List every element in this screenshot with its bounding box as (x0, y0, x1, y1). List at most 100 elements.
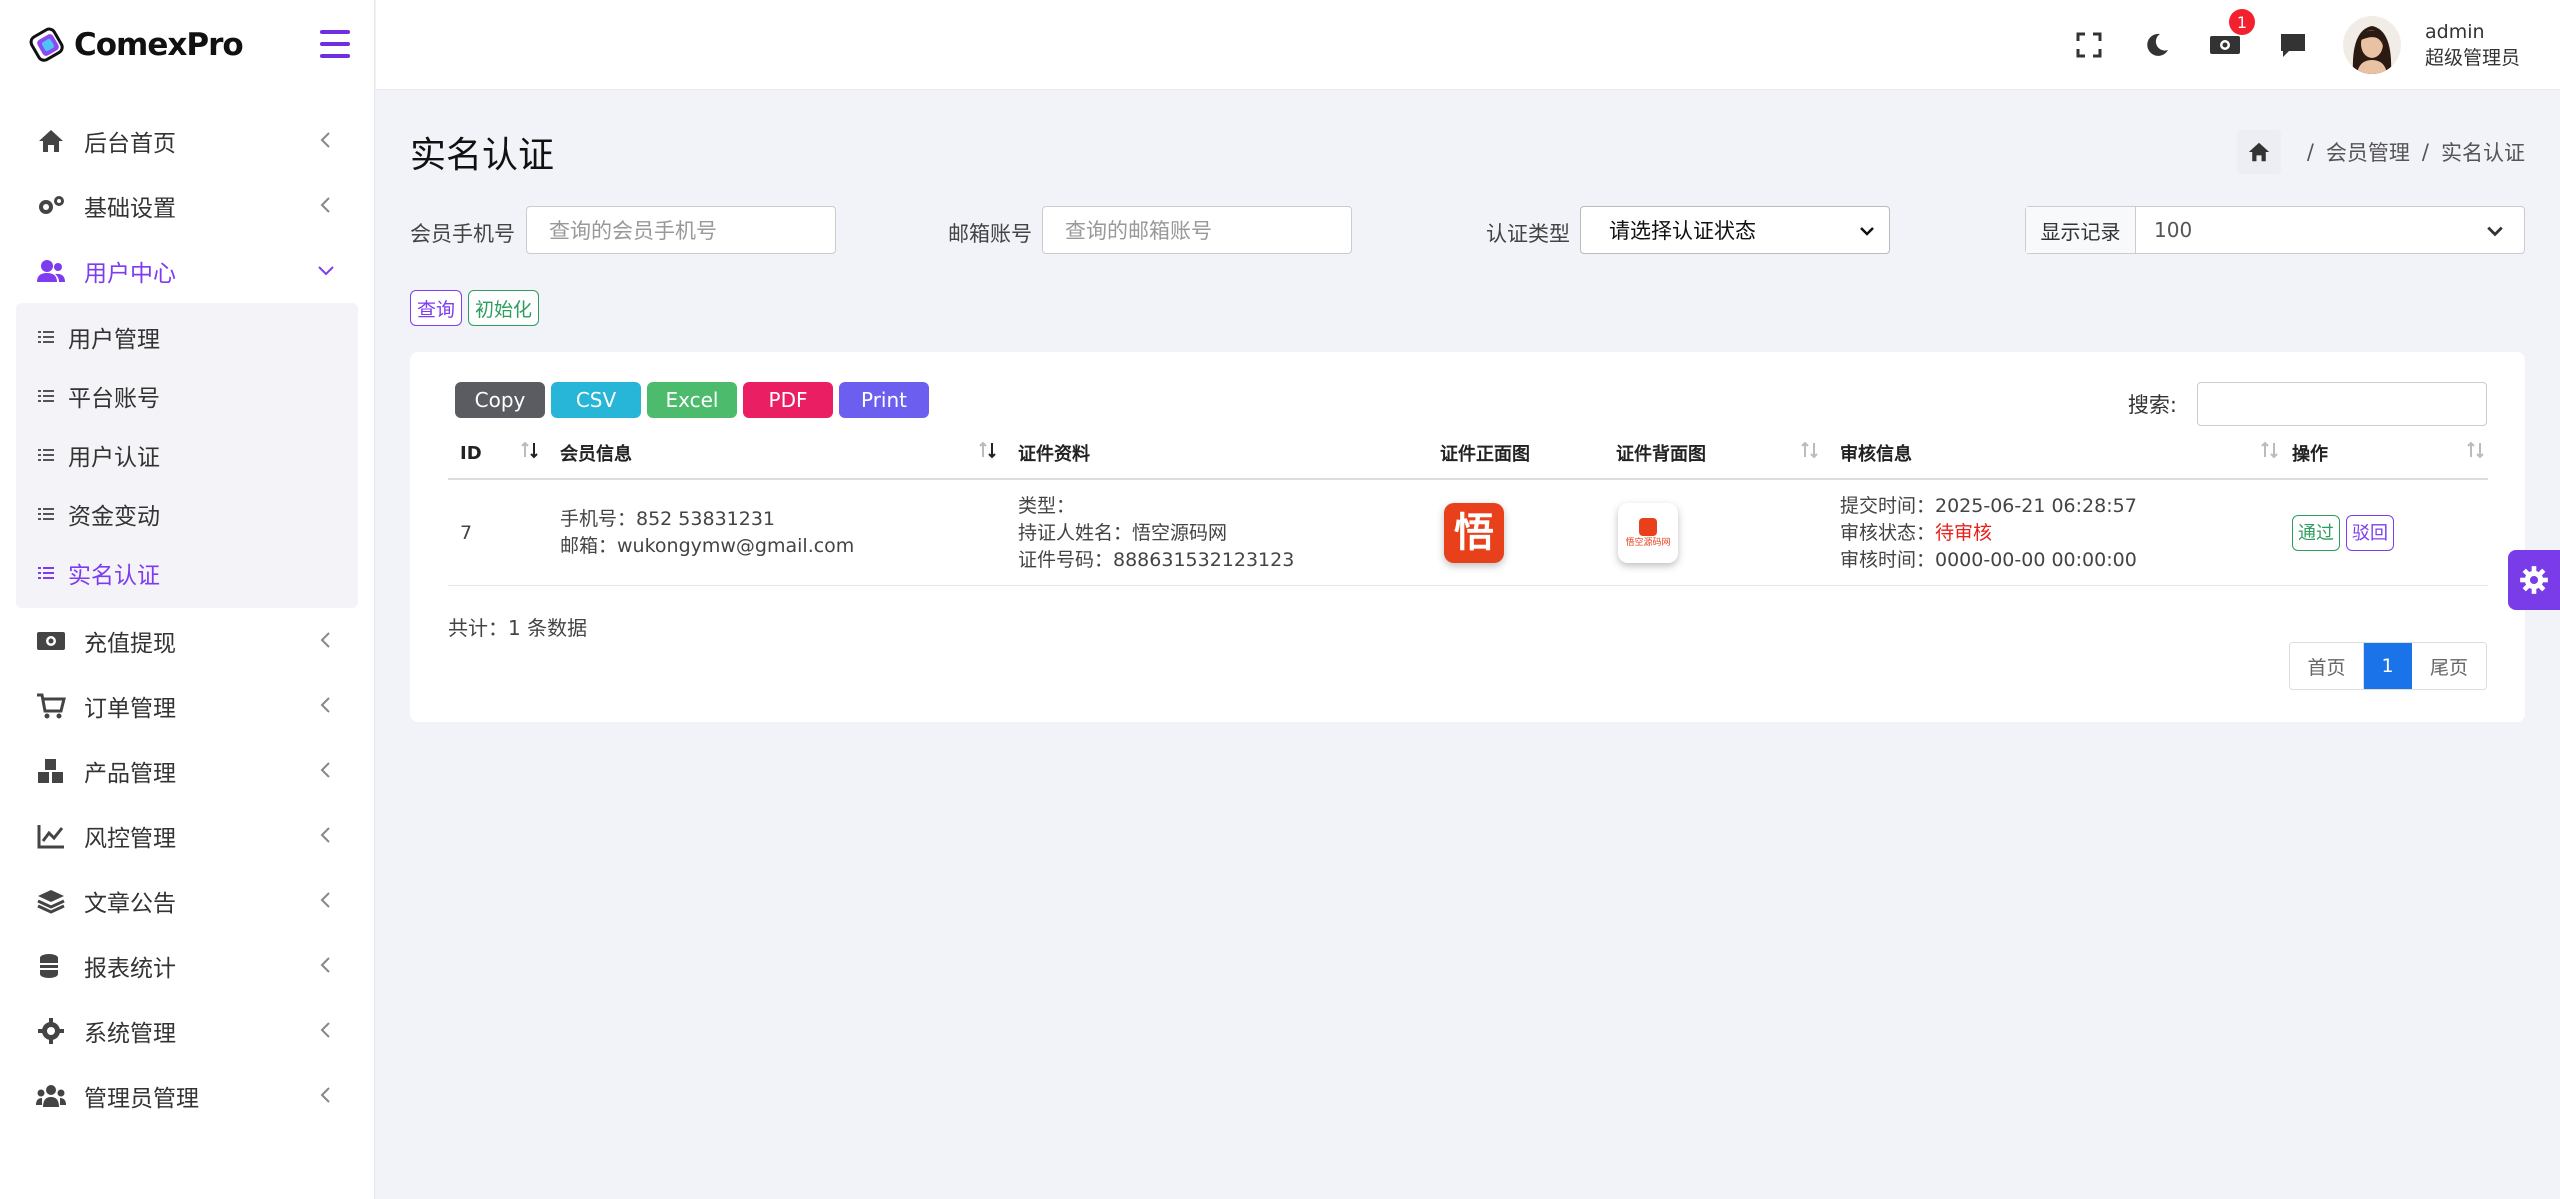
doc-type: 类型： (1018, 494, 1076, 517)
dark-mode-moon-icon[interactable] (2139, 27, 2175, 63)
member-email: 邮箱：wukongymw@gmail.com (560, 535, 855, 557)
fullscreen-icon[interactable] (2071, 27, 2107, 63)
pdf-button[interactable]: PDF (743, 382, 833, 418)
table-search: 搜索: (2128, 382, 2487, 426)
sort-icon[interactable] (2260, 440, 2280, 462)
submenu-item-user-management[interactable]: 用户管理 (16, 307, 358, 366)
sidebar-item-orders[interactable]: 订单管理 (0, 673, 374, 738)
column-header-actions[interactable]: 操作 (2292, 426, 2328, 480)
print-button[interactable]: Print (839, 382, 929, 418)
breadcrumb-home-icon[interactable] (2236, 130, 2281, 174)
pagination-first[interactable]: 首页 (2290, 643, 2364, 689)
sidebar-item-home[interactable]: 后台首页 (0, 108, 374, 173)
id-front-thumbnail[interactable]: 悟 (1444, 503, 1504, 563)
column-header-member-info[interactable]: 会员信息 (560, 426, 632, 480)
records-select[interactable]: 100 (2136, 207, 2524, 253)
sidebar-item-products[interactable]: 产品管理 (0, 738, 374, 803)
column-header-back-image[interactable]: 证件背面图 (1616, 426, 1706, 480)
column-header-id[interactable]: ID (460, 426, 482, 480)
user-info: admin 超级管理员 (2425, 19, 2520, 71)
breadcrumb-separator: / (2306, 140, 2314, 164)
chevron-left-icon (320, 762, 330, 778)
records-value: 100 (2154, 218, 2193, 242)
breadcrumb-item-current: 实名认证 (2441, 141, 2525, 165)
id-back-thumbnail[interactable]: 悟空源码网 (1618, 503, 1678, 563)
sidebar-item-risk-control[interactable]: 风控管理 (0, 803, 374, 868)
settings-gear-icon[interactable] (2508, 550, 2560, 610)
header-actions: 1 admin 超级管理员 (2071, 0, 2560, 90)
chevron-left-icon (320, 132, 330, 148)
chat-message-icon[interactable] (2275, 27, 2311, 63)
sort-desc-icon[interactable] (978, 440, 998, 462)
filter-actions: 查询 初始化 (410, 290, 545, 326)
list-icon (38, 566, 54, 579)
search-input[interactable] (2197, 382, 2487, 426)
phone-search-input[interactable]: 查询的会员手机号 (526, 206, 836, 254)
list-icon (38, 448, 54, 461)
sidebar-item-deposit-withdraw[interactable]: 充值提现 (0, 608, 374, 673)
reject-button[interactable]: 驳回 (2346, 515, 2394, 551)
sidebar-item-articles[interactable]: 文章公告 (0, 868, 374, 933)
sidebar-item-admins[interactable]: 管理员管理 (0, 1063, 374, 1128)
export-buttons: Copy CSV Excel PDF Print (455, 382, 935, 418)
sidebar-item-system[interactable]: 系统管理 (0, 998, 374, 1063)
table-row: 7 手机号：852 53831231 邮箱：wukongymw@gmail.co… (448, 480, 2488, 586)
pagination-last[interactable]: 尾页 (2412, 643, 2486, 689)
breadcrumb-item-member-management[interactable]: 会员管理 (2326, 137, 2410, 167)
auth-type-label: 认证类型 (1486, 222, 1570, 246)
submit-time: 提交时间：2025-06-21 06:28:57 (1840, 494, 2137, 517)
submenu-item-real-name-auth[interactable]: 实名认证 (16, 543, 358, 602)
back-logo-mark (1639, 518, 1657, 536)
sort-desc-icon[interactable] (520, 440, 540, 462)
chevron-left-icon (320, 697, 330, 713)
user-profile[interactable]: admin 超级管理员 (2342, 16, 2520, 74)
sidebar-item-reports[interactable]: 报表统计 (0, 933, 374, 998)
review-status: 审核状态：待审核 (1840, 520, 2137, 547)
pagination: 首页 1 尾页 (2289, 642, 2487, 690)
email-search-input[interactable]: 查询的邮箱账号 (1042, 206, 1352, 254)
auth-type-select-value: 请选择认证状态 (1609, 219, 1756, 243)
sidebar-item-label: 产品管理 (84, 760, 176, 787)
total-count: 共计：1 条数据 (448, 616, 588, 640)
sort-icon[interactable] (2466, 440, 2486, 462)
sidebar-item-label: 用户中心 (84, 260, 176, 287)
finance-notification-icon[interactable]: 1 (2207, 9, 2255, 63)
cell-actions: 通过 驳回 (2292, 480, 2400, 586)
column-header-front-image[interactable]: 证件正面图 (1440, 426, 1530, 480)
cell-documents: 类型： 持证人姓名：悟空源码网 证件号码：888631532123123 (1018, 480, 1294, 586)
email-label: 邮箱账号 (948, 222, 1032, 246)
chevron-left-icon (320, 1022, 330, 1038)
approve-button[interactable]: 通过 (2292, 515, 2340, 551)
auth-type-select[interactable]: 请选择认证状态 (1580, 206, 1890, 254)
column-header-documents[interactable]: 证件资料 (1018, 426, 1090, 480)
cubes-icon (36, 756, 66, 786)
menu-toggle-icon[interactable] (320, 30, 350, 58)
member-phone: 手机号：852 53831231 (560, 508, 776, 530)
layers-icon (36, 886, 66, 916)
submenu-item-platform-accounts[interactable]: 平台账号 (16, 366, 358, 425)
chevron-left-icon (320, 957, 330, 973)
brand-name: ComexPro (74, 27, 244, 63)
doc-holder-name: 持证人姓名：悟空源码网 (1018, 521, 1228, 544)
column-header-review-info[interactable]: 审核信息 (1840, 426, 1912, 480)
cell-review-info: 提交时间：2025-06-21 06:28:57 审核状态：待审核 审核时间：0… (1840, 480, 2137, 586)
query-button[interactable]: 查询 (410, 290, 463, 326)
list-icon (38, 507, 54, 520)
pagination-page-current[interactable]: 1 (2364, 643, 2412, 689)
sort-icon[interactable] (1800, 440, 1820, 462)
reset-button[interactable]: 初始化 (468, 290, 540, 326)
submenu-item-user-verification[interactable]: 用户认证 (16, 425, 358, 484)
sidebar-item-settings[interactable]: 基础设置 (0, 173, 374, 238)
csv-button[interactable]: CSV (551, 382, 641, 418)
brand[interactable]: ComexPro (0, 0, 374, 90)
records-per-page[interactable]: 显示记录 100 (2025, 206, 2525, 254)
excel-button[interactable]: Excel (647, 382, 737, 418)
sidebar-item-label: 订单管理 (84, 695, 176, 722)
user-group-icon (36, 1081, 66, 1111)
chevron-left-icon (320, 892, 330, 908)
copy-button[interactable]: Copy (455, 382, 545, 418)
submenu-item-fund-changes[interactable]: 资金变动 (16, 484, 358, 543)
sidebar-menu: 后台首页 基础设置 用户中心 用户管理 平台账号 用户认证 资金变动 实名认证 … (0, 90, 374, 1128)
sidebar-item-user-center[interactable]: 用户中心 (0, 238, 374, 303)
chevron-left-icon (320, 632, 330, 648)
